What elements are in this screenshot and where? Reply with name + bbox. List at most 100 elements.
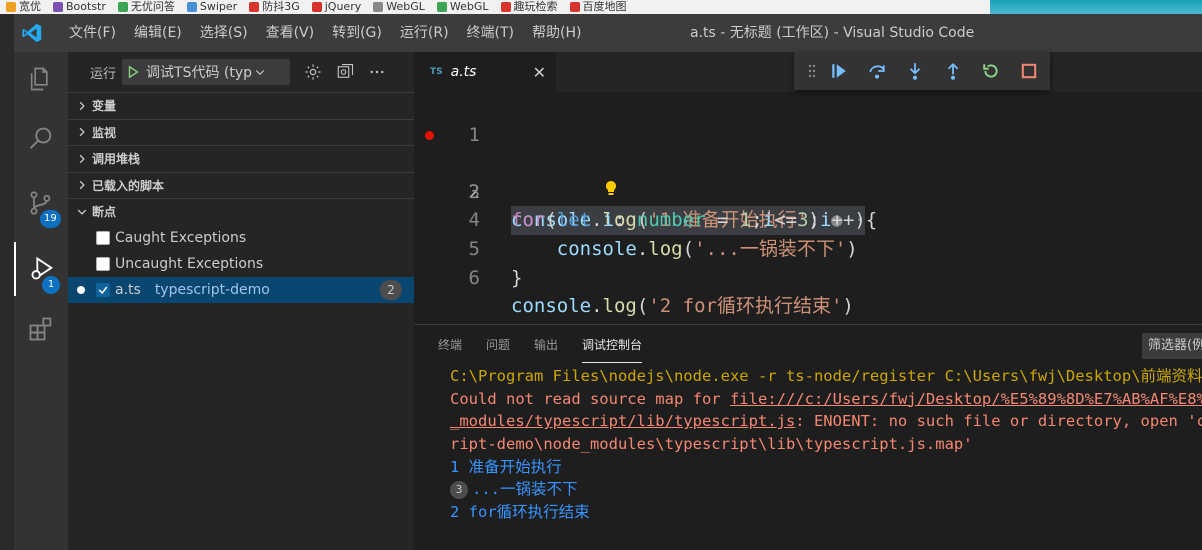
code-line: 4 console.log('...一锅装不下') (414, 178, 1202, 260)
code-text: console.log('2 for循环执行结束') (511, 295, 854, 318)
tab-problems[interactable]: 问题 (486, 325, 510, 363)
chevron-down-icon (74, 204, 90, 220)
section-variables[interactable]: 变量 (68, 92, 414, 119)
debug-console-icon[interactable] (332, 59, 358, 85)
console-line: Could not read source map for file:///c:… (450, 388, 1202, 411)
tab-debug-console[interactable]: 调试控制台 (582, 325, 643, 363)
menu-selection[interactable]: 选择(S) (191, 14, 257, 52)
bookmark[interactable]: 趣玩检索 (495, 0, 564, 14)
tab-a-ts[interactable]: TS a.ts ✕ (414, 52, 556, 92)
close-icon[interactable]: ✕ (533, 63, 546, 82)
step-over-button[interactable] (858, 52, 896, 90)
section-label: 监视 (92, 125, 117, 140)
explorer-icon[interactable] (14, 52, 68, 106)
step-over-icon (869, 65, 885, 79)
bookmark-label: jQuery (324, 0, 362, 13)
bottom-panel: 终端 问题 输出 调试控制台 筛选器(例 C:\Program Files\no… (414, 324, 1202, 550)
breakpoint-file-row[interactable]: a.ts typescript-demo 2 (68, 276, 414, 303)
source-map-link[interactable]: file:///c:/Users/fwj/Desktop/%E5%89%8D%E… (730, 390, 1202, 408)
breakpoint-caught-exceptions[interactable]: Caught Exceptions (68, 225, 414, 251)
bookmark-label: WebGL (386, 0, 425, 13)
breakpoint-icon[interactable] (425, 130, 434, 140)
debug-badge: 1 (42, 276, 60, 294)
checkbox[interactable] (96, 230, 110, 245)
step-into-button[interactable] (896, 52, 934, 90)
code-text: } (511, 266, 523, 289)
breakpoint-file: a.ts (115, 281, 141, 298)
run-label: 运行 (90, 66, 117, 82)
search-icon[interactable] (14, 112, 68, 166)
chevron-right-icon (74, 98, 90, 114)
bookmark[interactable]: Swiper (181, 0, 243, 14)
stop-icon (1021, 63, 1037, 79)
breakpoint-uncaught-exceptions[interactable]: Uncaught Exceptions (68, 251, 414, 277)
stop-button[interactable] (1010, 52, 1048, 90)
console-line: C:\Program Files\nodejs\node.exe -r ts-n… (450, 367, 1202, 385)
restart-button[interactable] (972, 52, 1010, 90)
continue-icon (832, 64, 846, 78)
gear-icon[interactable] (300, 59, 326, 85)
breakpoint-dot-icon (77, 285, 85, 294)
output-text: ...一锅装不下 (472, 480, 578, 499)
bookmark[interactable]: WebGL (367, 0, 431, 14)
run-debug-icon[interactable]: 1 (14, 242, 68, 296)
debug-config-name: 调试TS代码 (typ (146, 65, 253, 81)
bookmark[interactable]: 百度地图 (564, 0, 633, 14)
section-label: 断点 (92, 205, 117, 220)
console-line: 1 准备开始执行 (450, 457, 562, 476)
section-breakpoints[interactable]: 断点 (68, 198, 414, 225)
bookmark[interactable]: WebGL (431, 0, 495, 14)
start-debugging-icon[interactable] (126, 65, 140, 79)
tab-output[interactable]: 输出 (534, 325, 558, 363)
console-line: 2 for循环执行结束 (450, 503, 590, 522)
scm-badge: 19 (40, 210, 61, 228)
source-link[interactable]: _modules/typescript/lib/typescript.js (450, 412, 795, 430)
breakpoint-label: Caught Exceptions (115, 229, 247, 246)
checkbox[interactable] (96, 282, 110, 297)
bookmark[interactable]: 防抖3G (243, 0, 306, 14)
code-editor[interactable]: 1 2 console.log('1 准备开始执行') ● · 3 for(le… (414, 92, 1202, 318)
run-header: 运行 调试TS代码 (typ (68, 52, 414, 92)
repeat-count-badge: 3 (450, 480, 468, 499)
vscode-window-screenshot: { "browser_bookmarks": ["宽优", "Bootstr",… (0, 0, 1202, 550)
menu-view[interactable]: 查看(V) (257, 14, 324, 52)
bookmark-label: WebGL (449, 0, 489, 13)
section-call-stack[interactable]: 调用堆栈 (68, 145, 414, 172)
tab-terminal[interactable]: 终端 (438, 325, 462, 363)
typescript-file-icon: TS (430, 67, 443, 77)
bookmark-label: 无优问答 (130, 0, 175, 13)
drag-handle-icon[interactable] (804, 64, 820, 78)
console-filter-input[interactable]: 筛选器(例 (1142, 333, 1202, 359)
menu-go[interactable]: 转到(G) (323, 14, 391, 52)
debug-config-select[interactable]: 调试TS代码 (typ (122, 59, 291, 85)
more-actions-icon[interactable] (364, 59, 390, 85)
checkbox[interactable] (96, 256, 110, 271)
editor-area: TS a.ts ✕ 1 2 console.log('1 准备开始执行') ● … (414, 52, 1202, 324)
line-number: 6 (468, 266, 480, 289)
menu-edit[interactable]: 编辑(E) (125, 14, 191, 52)
code-line: 3 for(let i: number = 1;i<=3;i++){ (414, 149, 1202, 232)
debug-console-output: C:\Program Files\nodejs\node.exe -r ts-n… (450, 365, 1202, 524)
bookmark-label: Swiper (199, 0, 238, 13)
code-line: 6 console.log('2 for循环执行结束') (414, 235, 1202, 318)
menu-terminal[interactable]: 终端(T) (458, 14, 523, 52)
bookmark[interactable]: Bootstr (47, 0, 112, 14)
menu-help[interactable]: 帮助(H) (523, 14, 590, 52)
menu-file[interactable]: 文件(F) (60, 14, 125, 52)
continue-button[interactable] (820, 52, 858, 90)
breakpoint-folder: typescript-demo (154, 281, 270, 298)
bookmark[interactable]: 无优问答 (112, 0, 181, 14)
section-loaded-scripts[interactable]: 已载入的脚本 (68, 171, 414, 199)
chevron-right-icon (74, 177, 90, 193)
menu-run[interactable]: 运行(R) (391, 14, 458, 52)
bookmark[interactable]: 宽优 (0, 0, 47, 14)
console-line: 3 ...一锅装不下 (450, 478, 1202, 501)
source-control-icon[interactable]: 19 (14, 176, 68, 230)
vscode-logo-icon (16, 14, 48, 52)
bookmark[interactable]: jQuery (306, 0, 368, 14)
chevron-right-icon (74, 124, 90, 140)
section-label: 已载入的脚本 (92, 178, 165, 193)
step-out-button[interactable] (934, 52, 972, 90)
section-watch[interactable]: 监视 (68, 118, 414, 146)
extensions-icon[interactable] (14, 302, 68, 356)
